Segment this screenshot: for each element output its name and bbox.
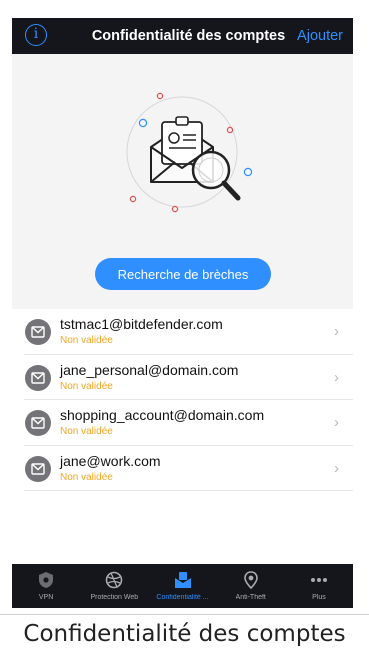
account-email: shopping_account@domain.com (60, 407, 265, 423)
tab-web-protection[interactable]: Protection Web (80, 564, 148, 608)
account-status: Non validée (60, 471, 113, 483)
hero-illustration-area: Recherche de brèches (12, 54, 353, 309)
vpn-shield-icon (38, 570, 54, 590)
screenshot-caption: Confidentialité des comptes (0, 614, 369, 647)
chevron-right-icon: › (334, 459, 339, 477)
chevron-right-icon: › (334, 414, 339, 431)
envelope-magnifier-illustration (126, 92, 253, 213)
account-row[interactable]: shopping_account@domain.com Non validée … (24, 400, 353, 446)
more-dots-icon (310, 570, 328, 590)
tab-vpn[interactable]: VPN (12, 564, 80, 608)
account-email: tstmac1@bitdefender.com (60, 316, 223, 332)
top-navigation-bar: i Confidentialité des comptes Ajouter (12, 18, 353, 54)
account-row[interactable]: jane@work.com Non validée › (24, 446, 353, 491)
mail-avatar-icon (25, 364, 51, 391)
add-button[interactable]: Ajouter (297, 18, 343, 54)
bottom-tab-bar: VPN Protection Web Confidentialité ... A… (12, 564, 353, 608)
phone-screen: i Confidentialité des comptes Ajouter Re… (12, 0, 353, 608)
location-pin-icon (243, 570, 259, 590)
account-row[interactable]: jane_personal@domain.com Non validée › (24, 355, 353, 400)
account-status: Non validée (60, 380, 113, 392)
mail-avatar-icon (25, 319, 51, 345)
account-status: Non validée (60, 426, 113, 437)
account-status: Non validée (60, 335, 113, 346)
privacy-envelope-icon (174, 570, 192, 590)
account-email: jane_personal@domain.com (60, 361, 239, 378)
tab-label: Protection Web (90, 594, 139, 601)
chevron-right-icon: › (334, 368, 339, 386)
chevron-right-icon: › (334, 323, 339, 340)
tab-account-privacy[interactable]: Confidentialité ... (148, 564, 216, 608)
tab-label: Plus (312, 594, 326, 601)
mail-avatar-icon (25, 455, 51, 482)
web-protection-icon (105, 570, 123, 590)
mail-avatar-icon (25, 410, 51, 436)
tab-label: VPN (38, 594, 54, 601)
search-breaches-button[interactable]: Recherche de brèches (95, 258, 271, 290)
account-row[interactable]: tstmac1@bitdefender.com Non validée › (24, 309, 353, 355)
account-email: jane@work.com (60, 452, 161, 469)
tab-label: Anti-Theft (235, 594, 266, 601)
tab-anti-theft[interactable]: Anti-Theft (217, 564, 285, 608)
tab-label: Confidentialité ... (156, 594, 209, 601)
account-list: tstmac1@bitdefender.com Non validée › ja… (12, 309, 353, 491)
tab-more[interactable]: Plus (285, 564, 353, 608)
